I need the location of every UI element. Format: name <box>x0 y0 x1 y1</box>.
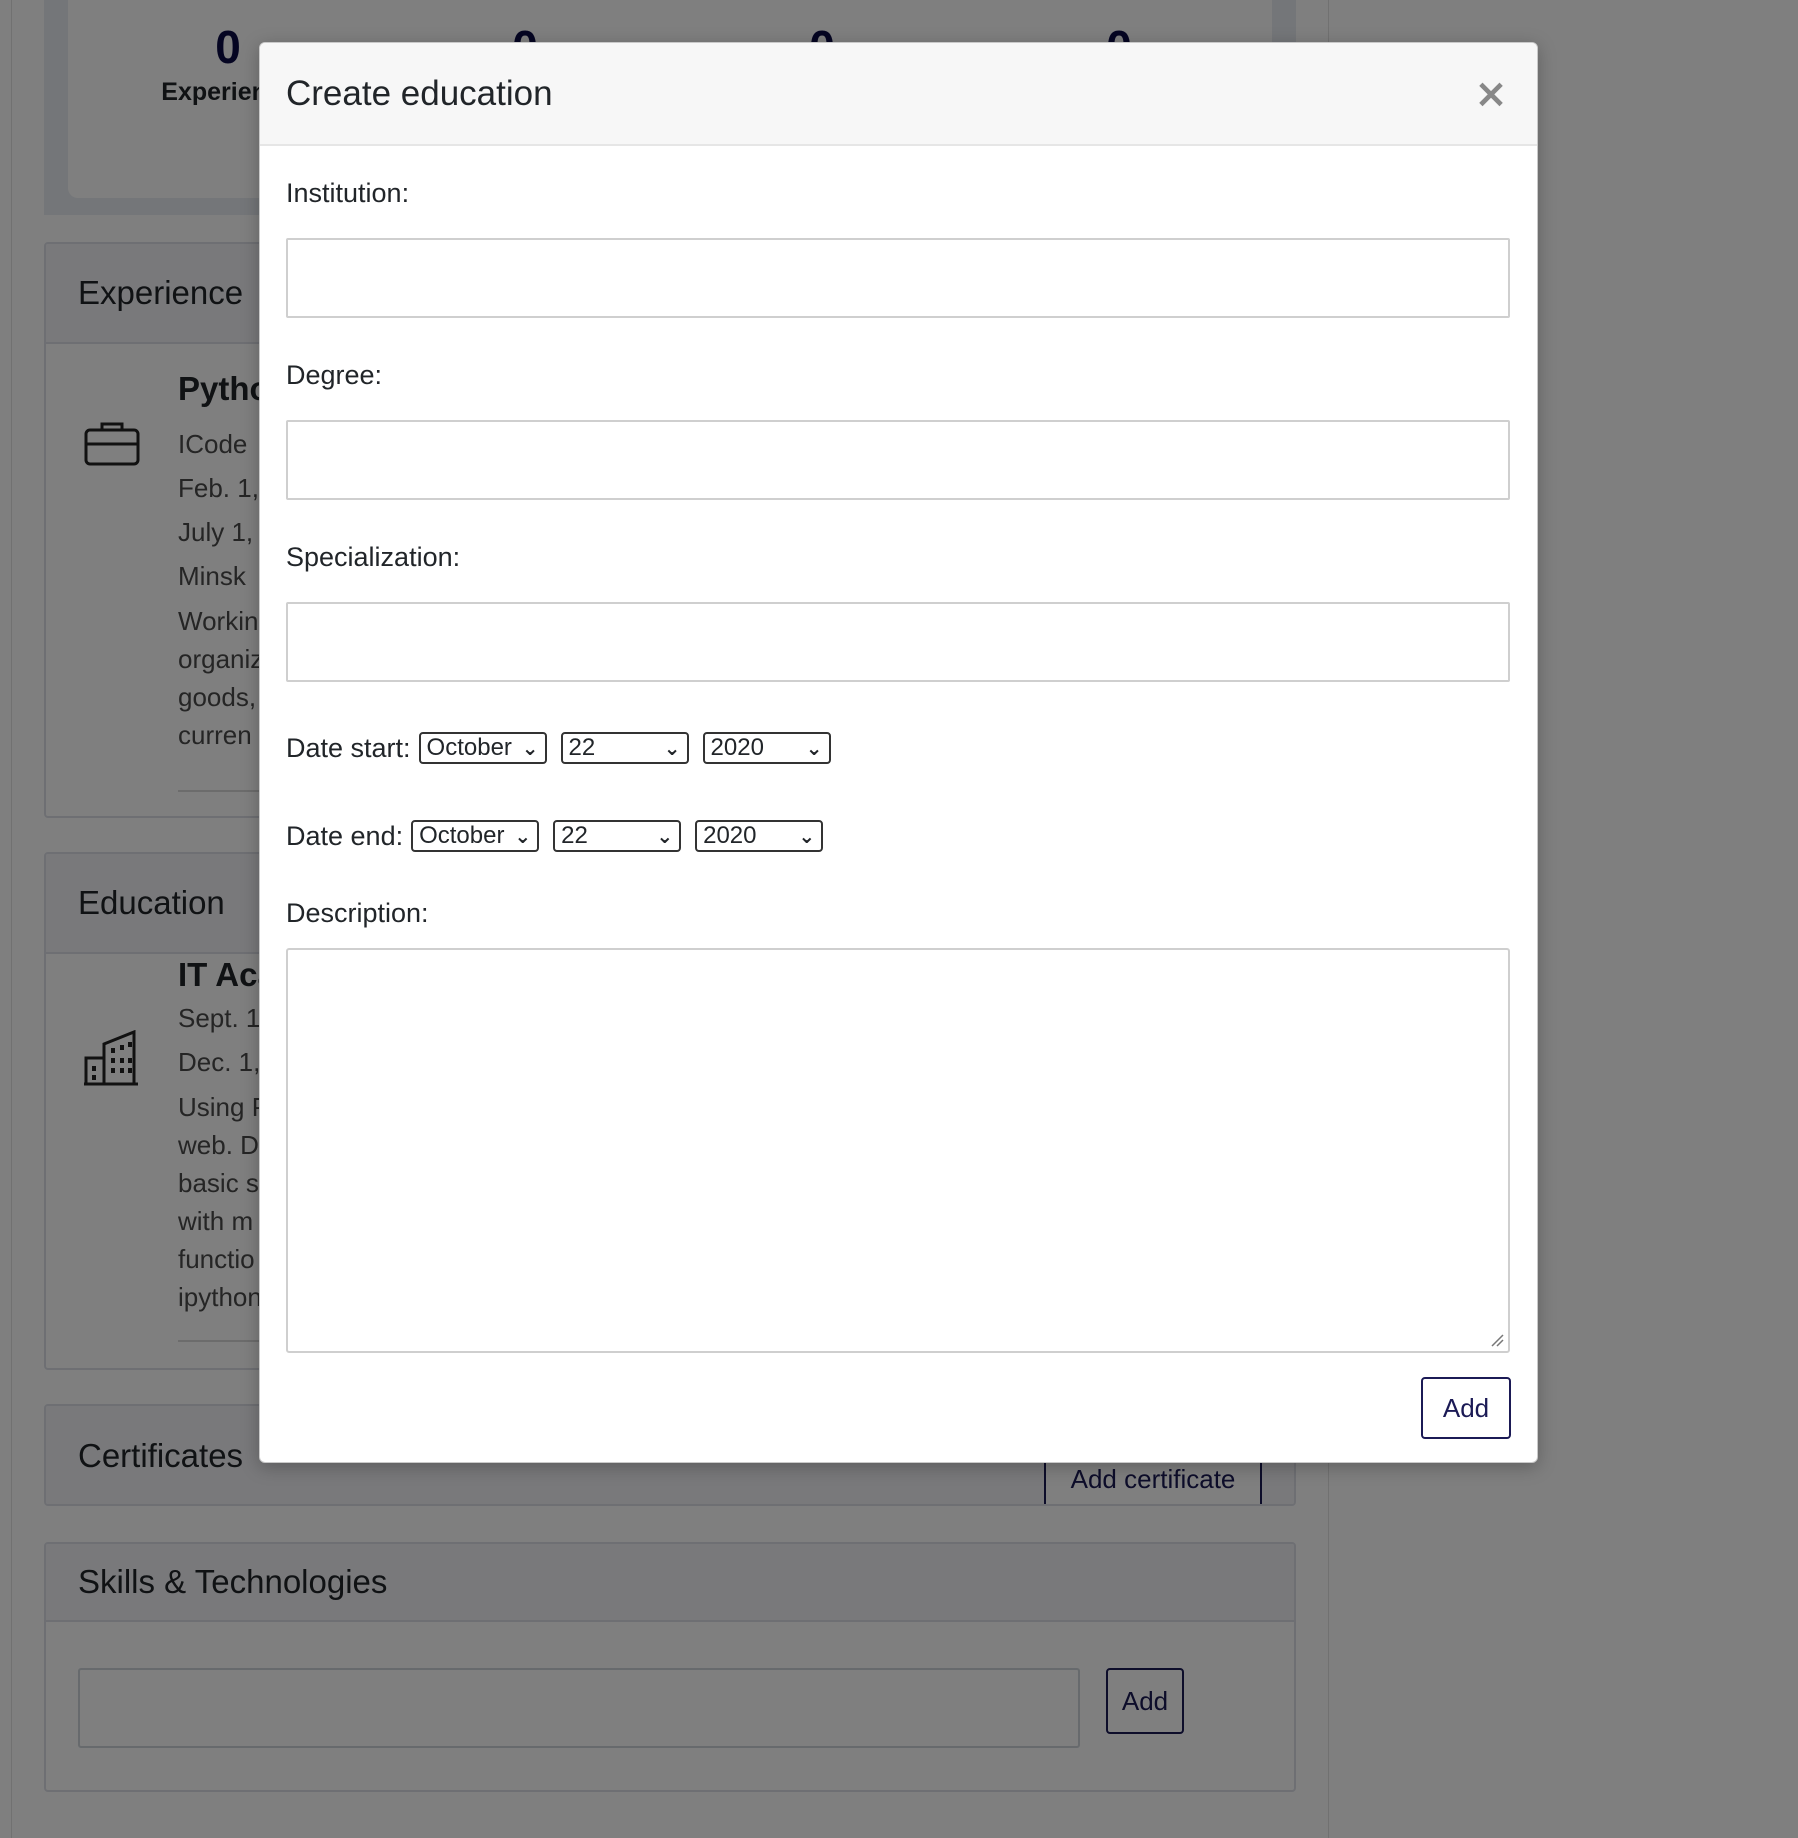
chevron-down-icon: ⌄ <box>656 824 674 848</box>
date-start-row: Date start: October ⌄ 22 ⌄ 2020 ⌄ <box>286 732 831 764</box>
selected-value: October <box>419 822 505 849</box>
date-end-year-select[interactable]: 2020 ⌄ <box>695 820 824 852</box>
modal-header: Create education × <box>260 43 1537 146</box>
chevron-down-icon: ⌄ <box>663 736 681 760</box>
close-icon[interactable]: × <box>1471 74 1511 114</box>
date-end-day-select[interactable]: 22 ⌄ <box>553 820 682 852</box>
selected-value: 2020 <box>710 734 764 761</box>
selected-value: 22 <box>561 822 588 849</box>
resize-handle-icon[interactable] <box>1490 1333 1504 1347</box>
selected-value: 2020 <box>703 822 757 849</box>
degree-input[interactable] <box>286 420 1510 500</box>
create-education-modal: Create education × Institution: Degree: … <box>259 42 1538 1463</box>
chevron-down-icon: ⌄ <box>514 824 532 848</box>
date-end-label: Date end: <box>286 820 404 851</box>
selected-value: October <box>426 734 512 761</box>
specialization-input[interactable] <box>286 602 1510 682</box>
date-start-year-select[interactable]: 2020 ⌄ <box>702 732 831 764</box>
date-end-row: Date end: October ⌄ 22 ⌄ 2020 ⌄ <box>286 820 824 852</box>
date-start-month-select[interactable]: October ⌄ <box>418 732 547 764</box>
date-start-day-select[interactable]: 22 ⌄ <box>560 732 689 764</box>
chevron-down-icon: ⌄ <box>805 736 823 760</box>
institution-input[interactable] <box>286 238 1510 318</box>
add-education-button[interactable]: Add <box>1421 1377 1511 1439</box>
chevron-down-icon: ⌄ <box>521 736 539 760</box>
degree-label: Degree: <box>286 360 383 390</box>
date-end-month-select[interactable]: October ⌄ <box>411 820 540 852</box>
description-textarea[interactable] <box>286 948 1510 1353</box>
selected-value: 22 <box>568 734 596 761</box>
institution-label: Institution: <box>286 178 410 208</box>
chevron-down-icon: ⌄ <box>798 824 816 848</box>
modal-title: Create education <box>286 73 553 113</box>
date-start-label: Date start: <box>286 732 411 763</box>
description-label: Description: <box>286 898 429 928</box>
specialization-label: Specialization: <box>286 542 461 572</box>
